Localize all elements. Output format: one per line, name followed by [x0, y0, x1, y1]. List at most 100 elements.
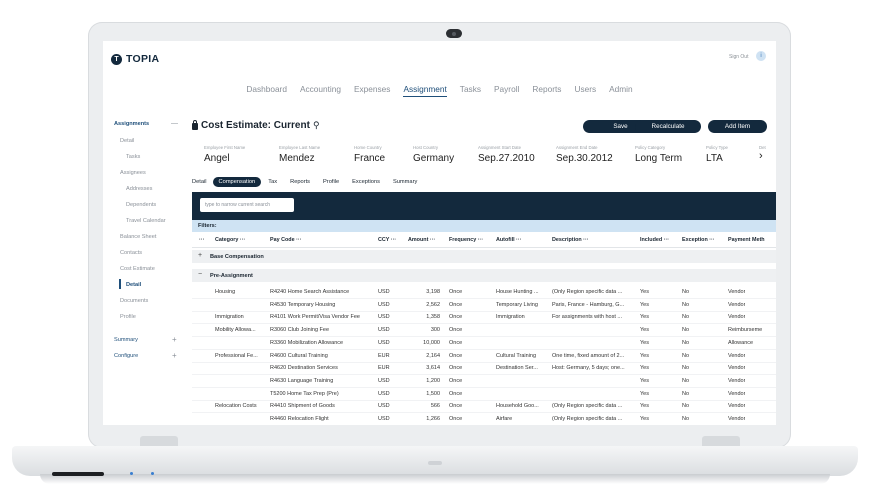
- cell-autofill: Airfare: [496, 416, 513, 422]
- cell-ccy: USD: [378, 301, 390, 308]
- sidebar-item-balance-sheet[interactable]: Balance Sheet: [120, 234, 156, 240]
- table-row[interactable]: R4460 Relocation Flight USD 1,266 Once Airfa…: [192, 412, 776, 425]
- col-exception[interactable]: Exception ···: [682, 237, 715, 243]
- sidebar-item-addresses[interactable]: Addresses: [126, 186, 152, 192]
- sidebar-item-assignees[interactable]: Assignees: [120, 170, 146, 176]
- sidebar-item-travel-calendar[interactable]: Travel Calendar: [126, 218, 166, 224]
- cell-included: Yes: [640, 390, 649, 397]
- col-label: Frequency: [449, 237, 477, 243]
- search-input[interactable]: type to narrow current search: [200, 198, 294, 212]
- app-screen: T TOPIA Sign Out i Dashboard Accounting Ex…: [103, 41, 776, 425]
- nav-item-payroll[interactable]: Payroll: [494, 84, 519, 94]
- cell-amount: 3,614: [426, 365, 440, 372]
- cell-paycode: R4240 Home Search Assistance: [270, 289, 350, 295]
- col-amount[interactable]: Amount ···: [408, 237, 435, 243]
- cell-paycode: R4101 Work Permit/Visa Vendor Fee: [270, 314, 360, 321]
- sidebar-item-contacts[interactable]: Contacts: [120, 250, 142, 256]
- expand-icon[interactable]: +: [172, 335, 177, 344]
- main-content: Cost Estimate: Current ⚲ Save Recalculat…: [192, 119, 776, 425]
- cell-amount: 300: [430, 327, 440, 334]
- cell-ccy: USD: [378, 416, 390, 422]
- cell-description: Host: Germany, 5 days; one...: [552, 365, 625, 372]
- tab-reports[interactable]: Reports: [290, 179, 310, 185]
- cell-ccy: USD: [378, 403, 390, 410]
- sidebar-item-dependents[interactable]: Dependents: [126, 202, 156, 208]
- nav-item-expenses[interactable]: Expenses: [354, 84, 390, 94]
- cell-paycode: R4530 Temporary Housing: [270, 301, 336, 308]
- cell-paycode: R4410 Shipment of Goods: [270, 403, 335, 410]
- cell-amount: 1,200: [426, 377, 440, 384]
- cell-frequency: Once: [449, 327, 463, 334]
- cell-autofill: Temporary Living: [496, 301, 538, 308]
- tab-profile[interactable]: Profile: [323, 179, 339, 185]
- cell-description: (Only Region specific data ...: [552, 289, 623, 295]
- col-label: Autofill: [496, 237, 515, 243]
- cell-payment: Vendor: [728, 365, 746, 372]
- nav-item-dashboard[interactable]: Dashboard: [246, 84, 287, 94]
- nav-item-accounting[interactable]: Accounting: [300, 84, 341, 94]
- nav-item-tasks[interactable]: Tasks: [460, 84, 481, 94]
- sidebar-item-summary[interactable]: Summary: [114, 337, 138, 343]
- group-label: Base Compensation: [210, 254, 264, 260]
- logo-mark-icon: T: [111, 53, 122, 65]
- sidebar-item-cost-estimate-detail[interactable]: Detail: [126, 282, 141, 288]
- col-payment-method[interactable]: Payment Meth: [728, 237, 765, 243]
- col-description[interactable]: Description ···: [552, 237, 589, 243]
- cell-paycode: R3360 Mobilization Allowance: [270, 339, 344, 346]
- cell-autofill: House Hunting ...: [496, 289, 539, 295]
- field-value: Mendez: [279, 153, 315, 164]
- group-pre-assignment[interactable]: − Pre-Assignment: [192, 269, 776, 282]
- col-ccy[interactable]: CCY ···: [378, 237, 396, 243]
- col-label: Included: [640, 237, 663, 243]
- app-logo[interactable]: T TOPIA: [111, 53, 159, 65]
- recalculate-button[interactable]: Recalculate: [635, 120, 701, 133]
- row-menu-icon[interactable]: ···: [199, 237, 204, 243]
- sign-out-link[interactable]: Sign Out: [729, 54, 748, 60]
- col-autofill[interactable]: Autofill ···: [496, 237, 521, 243]
- expand-icon[interactable]: +: [172, 351, 177, 360]
- lock-icon: [192, 120, 198, 130]
- nav-item-assignment[interactable]: Assignment: [403, 84, 447, 97]
- col-frequency[interactable]: Frequency ···: [449, 237, 483, 243]
- col-pay-code[interactable]: Pay Code ···: [270, 237, 301, 243]
- sidebar-item-documents[interactable]: Documents: [120, 298, 148, 304]
- col-included[interactable]: Included ···: [640, 237, 669, 243]
- collapse-icon[interactable]: −: [198, 271, 202, 278]
- filters-bar[interactable]: Filters:: [192, 220, 776, 232]
- tab-summary[interactable]: Summary: [393, 179, 417, 185]
- sidebar-item-profile[interactable]: Profile: [120, 314, 136, 320]
- cell-amount: 2,562: [426, 301, 440, 308]
- group-base-compensation[interactable]: + Base Compensation: [192, 250, 776, 263]
- nav-item-reports[interactable]: Reports: [532, 84, 561, 94]
- sidebar-item-detail[interactable]: Detail: [120, 138, 134, 144]
- collapse-icon[interactable]: —: [171, 120, 178, 127]
- col-label: Category: [215, 237, 239, 243]
- field-policy-category: Policy Category Long Term: [635, 145, 682, 164]
- sidebar-item-tasks[interactable]: Tasks: [126, 154, 140, 160]
- col-category[interactable]: Category ···: [215, 237, 245, 243]
- expand-icon[interactable]: +: [198, 252, 202, 259]
- tab-detail[interactable]: Detail: [192, 179, 207, 185]
- tab-tax[interactable]: Tax: [268, 179, 277, 185]
- cell-included: Yes: [640, 301, 649, 308]
- sidebar-item-cost-estimate[interactable]: Cost Estimate: [120, 266, 155, 272]
- nav-item-users[interactable]: Users: [574, 84, 596, 94]
- status-led: [130, 472, 133, 475]
- info-icon[interactable]: i: [756, 51, 766, 61]
- sidebar-item-configure[interactable]: Configure: [114, 353, 138, 359]
- cell-ccy: EUR: [378, 352, 390, 359]
- pin-icon[interactable]: ⚲: [313, 120, 320, 131]
- tab-exceptions[interactable]: Exceptions: [352, 179, 380, 185]
- cell-payment: Vendor: [728, 403, 746, 410]
- cell-paycode: R3060 Club Joining Fee: [270, 327, 330, 334]
- add-item-button[interactable]: Add Item: [708, 120, 767, 133]
- cell-exception: No: [682, 377, 690, 384]
- nav-item-admin[interactable]: Admin: [609, 84, 633, 94]
- group-label: Pre-Assignment: [210, 273, 253, 279]
- tab-compensation[interactable]: Compensation: [212, 177, 262, 187]
- cell-payment: Allowance: [728, 339, 754, 346]
- chevron-right-icon[interactable]: ›: [759, 150, 766, 162]
- sidebar-item-assignments[interactable]: Assignments: [114, 121, 149, 127]
- cell-description: (Only Region specific data ...: [552, 403, 623, 410]
- field-next: Det ›: [759, 145, 766, 162]
